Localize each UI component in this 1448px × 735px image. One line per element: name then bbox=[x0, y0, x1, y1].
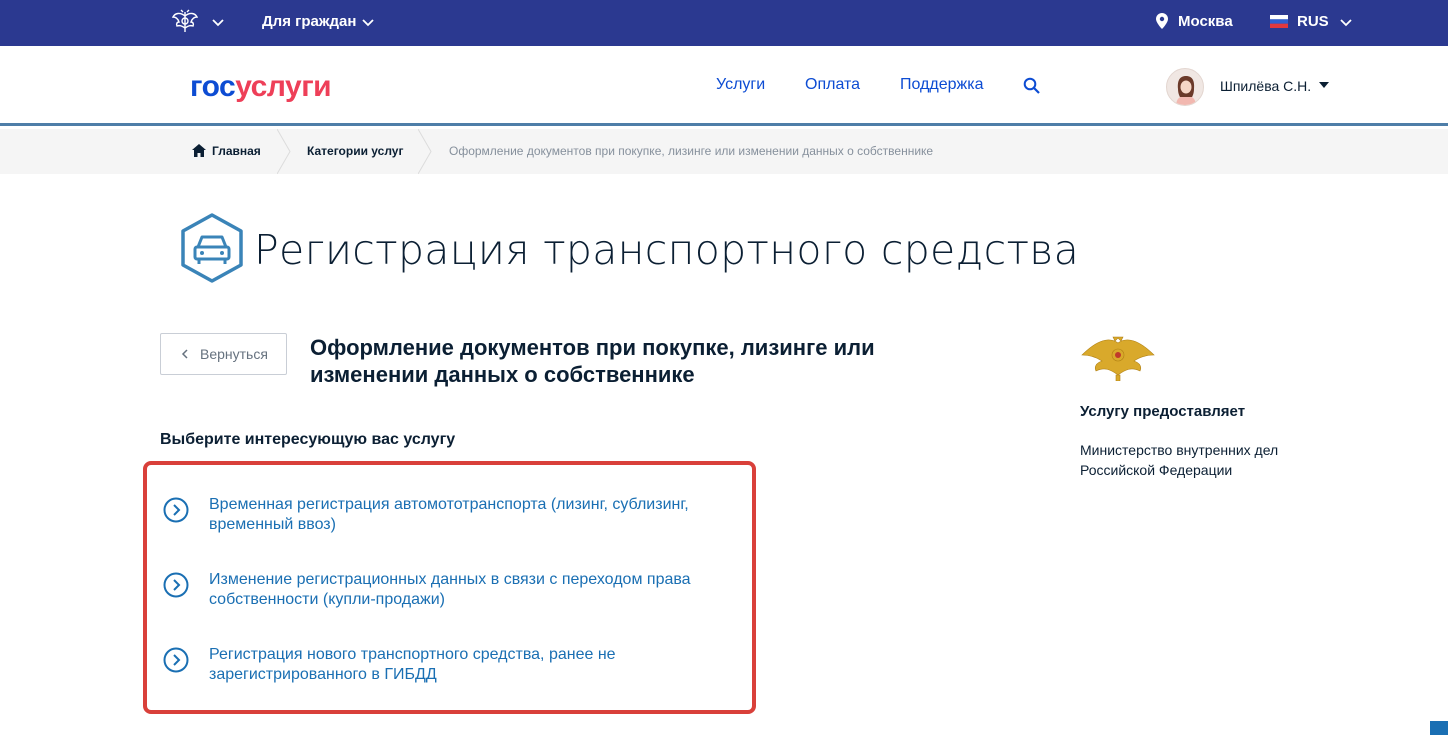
breadcrumb-current: Оформление документов при покупке, лизин… bbox=[449, 144, 934, 158]
caret-down-icon[interactable] bbox=[1319, 82, 1329, 88]
breadcrumb-separator bbox=[277, 129, 291, 174]
nav-support[interactable]: Поддержка bbox=[900, 76, 983, 94]
provider-label: Услугу предоставляет bbox=[1080, 403, 1246, 420]
breadcrumb-home[interactable]: Главная bbox=[212, 144, 261, 158]
logo-text-uslugi: услуги bbox=[235, 70, 332, 103]
gosuslugi-logo[interactable]: госуслуги bbox=[190, 70, 332, 104]
chevron-right-circle-icon bbox=[163, 647, 189, 673]
service-label[interactable]: Временная регистрация автомототранспорта… bbox=[209, 495, 733, 535]
breadcrumb: Главная Категории услуг Оформление докум… bbox=[0, 129, 1448, 174]
section-subtitle: Оформление документов при покупке, лизин… bbox=[310, 335, 875, 387]
choose-service-heading: Выберите интересующую вас услугу bbox=[160, 431, 456, 448]
russian-flag-icon bbox=[1270, 15, 1288, 28]
coat-of-arms-icon[interactable] bbox=[170, 8, 200, 36]
user-avatar-icon bbox=[1176, 76, 1196, 105]
chevron-right-circle-icon bbox=[163, 572, 189, 598]
nav-services[interactable]: Услуги bbox=[716, 76, 765, 94]
breadcrumb-categories[interactable]: Категории услуг bbox=[307, 144, 403, 158]
location-pin-icon bbox=[1156, 13, 1168, 29]
language-selector[interactable]: RUS bbox=[1297, 13, 1329, 30]
back-button-label: Вернуться bbox=[200, 346, 268, 362]
user-name[interactable]: Шпилёва С.Н. bbox=[1220, 78, 1311, 94]
city-selector[interactable]: Москва bbox=[1178, 13, 1233, 30]
car-icon bbox=[181, 213, 243, 283]
breadcrumb-separator bbox=[418, 129, 432, 174]
service-list: Временная регистрация автомототранспорта… bbox=[143, 461, 756, 714]
chevron-down-icon[interactable] bbox=[361, 15, 375, 29]
provider-name: Министерство внутренних дел Российской Ф… bbox=[1080, 442, 1279, 478]
top-bar: Для граждан Москва RUS bbox=[0, 0, 1448, 46]
chevron-down-icon[interactable] bbox=[1339, 15, 1353, 29]
search-icon[interactable] bbox=[1023, 77, 1040, 94]
chevron-right-circle-icon bbox=[163, 497, 189, 523]
nav-payment[interactable]: Оплата bbox=[805, 76, 860, 94]
chevron-left-icon bbox=[181, 349, 188, 359]
ministry-emblem-icon bbox=[1081, 336, 1155, 381]
chevron-down-icon[interactable] bbox=[211, 15, 225, 29]
logo-text-gos: гос bbox=[190, 70, 236, 103]
avatar[interactable] bbox=[1166, 68, 1204, 106]
service-label[interactable]: Изменение регистрационных данных в связи… bbox=[209, 570, 733, 610]
home-icon[interactable] bbox=[192, 144, 206, 157]
page-title: Регистрация транспортного средства bbox=[254, 226, 1080, 274]
back-button[interactable]: Вернуться bbox=[160, 333, 287, 375]
audience-selector[interactable]: Для граждан bbox=[262, 13, 356, 30]
scroll-to-top-button[interactable] bbox=[1430, 721, 1448, 735]
service-label[interactable]: Регистрация нового транспортного средств… bbox=[209, 645, 733, 685]
main-header: госуслуги Услуги Оплата Поддержка Шпилёв… bbox=[0, 46, 1448, 126]
